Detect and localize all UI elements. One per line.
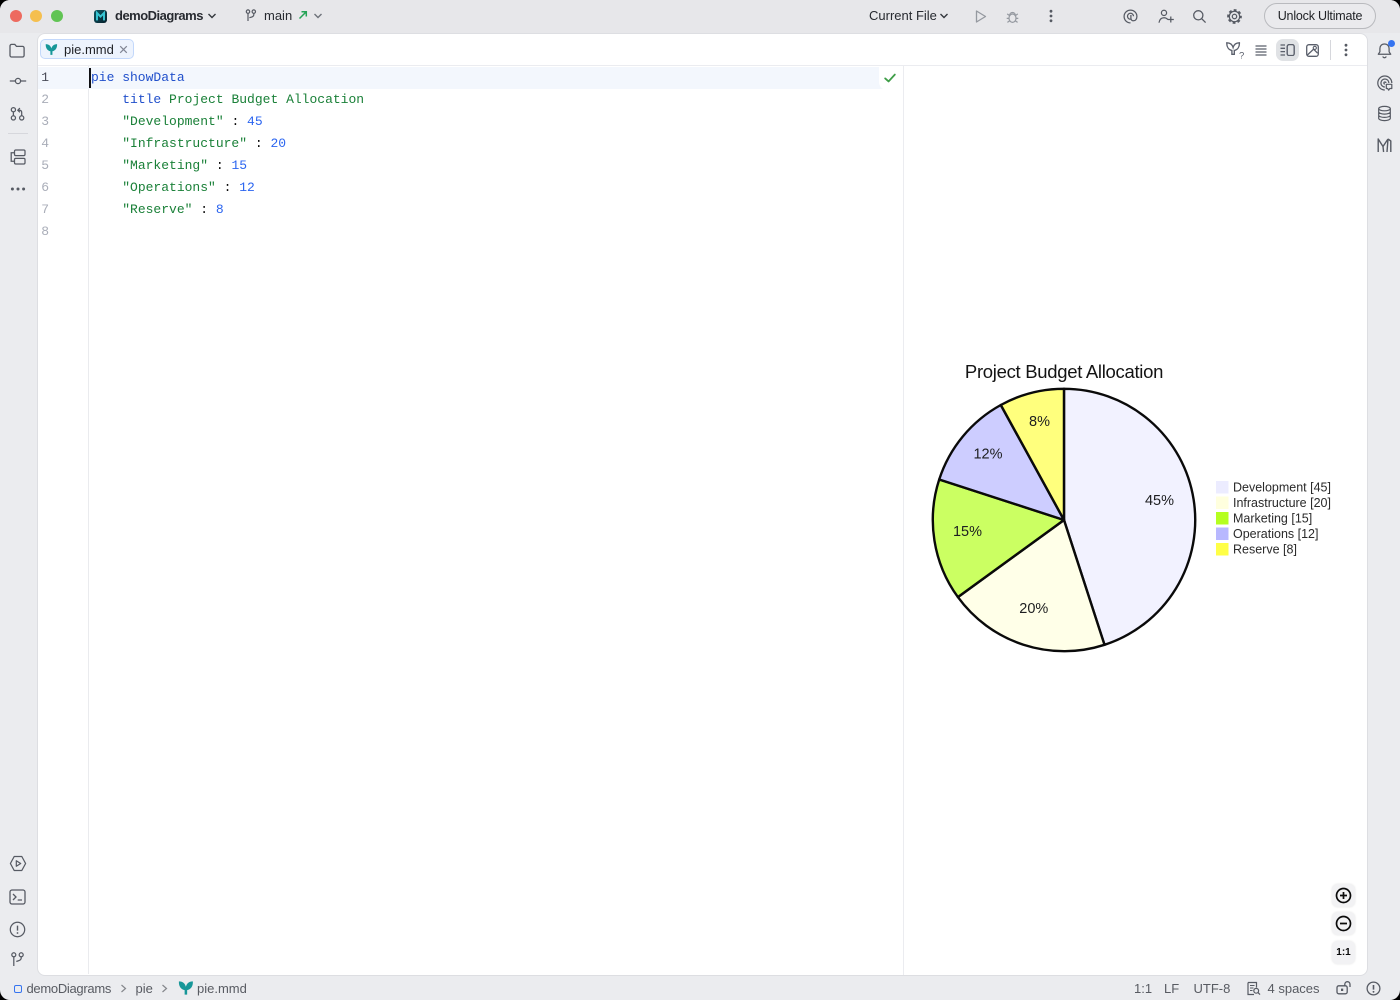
svg-text:Reserve [8]: Reserve [8]: [1233, 543, 1297, 557]
svg-text:Operations [12]: Operations [12]: [1233, 527, 1318, 541]
svg-text:20%: 20%: [1019, 601, 1048, 617]
svg-text:?: ?: [1239, 51, 1244, 61]
svg-text:Marketing [15]: Marketing [15]: [1233, 512, 1312, 526]
svg-text:8%: 8%: [1029, 414, 1050, 430]
svg-text:15%: 15%: [953, 524, 982, 540]
svg-text:Infrastructure [20]: Infrastructure [20]: [1233, 496, 1331, 510]
svg-text:Development [45]: Development [45]: [1233, 481, 1331, 495]
svg-text:45%: 45%: [1145, 493, 1174, 509]
svg-text:12%: 12%: [973, 447, 1002, 463]
